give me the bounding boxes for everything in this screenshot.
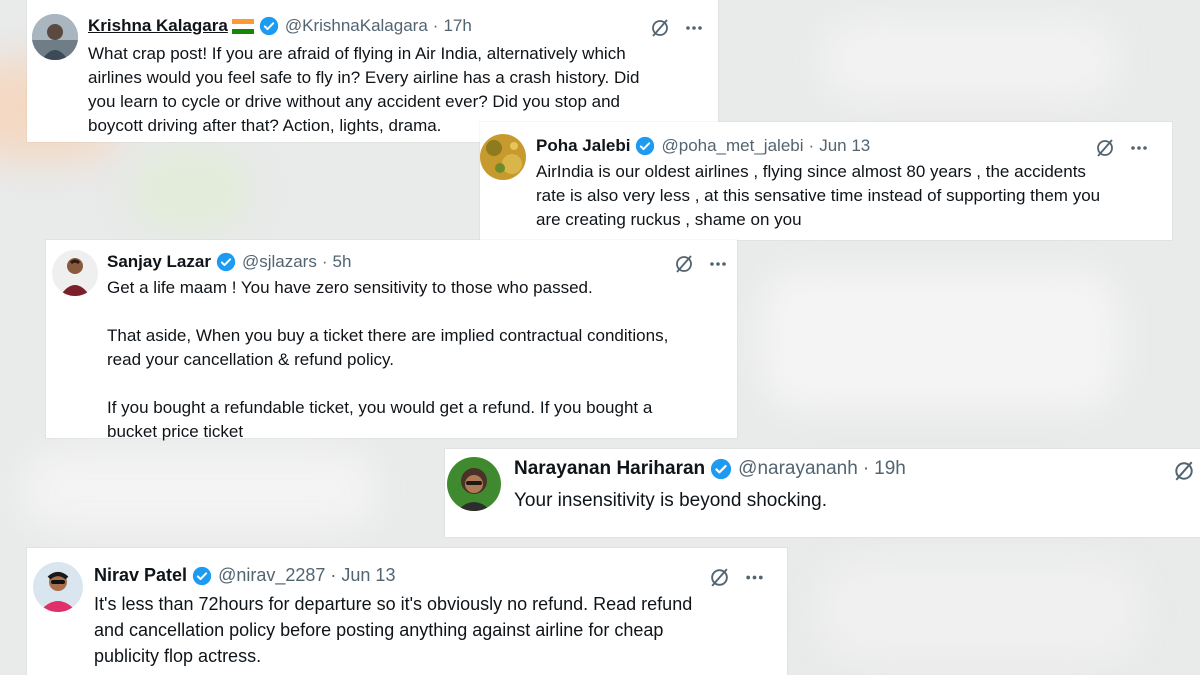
- tweet-line: bucket price ticket: [107, 422, 244, 441]
- tweet-line: AirIndia is our oldest airlines , flying…: [536, 162, 1086, 181]
- author-handle[interactable]: @KrishnaKalagara: [285, 16, 428, 36]
- tweet-text: AirIndia is our oldest airlines , flying…: [536, 160, 1166, 232]
- verified-badge-icon[interactable]: [216, 252, 236, 272]
- verified-badge-icon[interactable]: [635, 136, 655, 156]
- tweet-line: rate is also very less , at this sensati…: [536, 186, 1101, 205]
- tweet-line: you learn to cycle or drive without any …: [88, 92, 621, 111]
- tweet-card-poha[interactable]: Poha Jalebi @poha_met_jalebi · Jun 13 Ai…: [480, 122, 1172, 240]
- verified-badge-icon[interactable]: [710, 458, 732, 480]
- separator-dot: ·: [862, 458, 870, 479]
- tweet-line: read your cancellation & refund policy.: [107, 350, 394, 369]
- tweet-card-sanjay[interactable]: Sanjay Lazar @sjlazars · 5h Get a life m…: [46, 240, 737, 441]
- separator-dot: ·: [321, 252, 328, 271]
- tweet-card-nirav[interactable]: Nirav Patel @nirav_2287 · Jun 13 It's le…: [27, 548, 787, 675]
- timestamp[interactable]: Jun 13: [819, 136, 870, 156]
- avatar[interactable]: [33, 562, 83, 612]
- verified-badge-icon[interactable]: [192, 566, 212, 586]
- separator-dot: ·: [330, 565, 337, 585]
- tweet-card-narayanan[interactable]: Narayanan Hariharan @narayananh · 19h Yo…: [445, 449, 1200, 537]
- more-options-icon[interactable]: [1129, 138, 1149, 158]
- background-blur: [820, 560, 1140, 660]
- more-options-icon[interactable]: [708, 254, 728, 274]
- author-name[interactable]: Poha Jalebi: [536, 136, 630, 156]
- more-options-icon[interactable]: [744, 567, 765, 588]
- tweet-text: Your insensitivity is beyond shocking.: [514, 487, 1184, 515]
- grok-icon[interactable]: [1095, 138, 1115, 158]
- separator-dot: ·: [808, 136, 815, 155]
- timestamp[interactable]: 5h: [333, 252, 352, 272]
- timestamp[interactable]: Jun 13: [341, 565, 395, 586]
- grok-icon[interactable]: [674, 254, 694, 274]
- avatar[interactable]: [480, 134, 526, 180]
- background-blur: [130, 150, 250, 230]
- grok-icon[interactable]: [709, 567, 730, 588]
- author-handle[interactable]: @sjlazars: [242, 252, 317, 272]
- india-flag-icon: [231, 18, 254, 34]
- tweet-line: It's less than 72hours for departure so …: [94, 594, 693, 614]
- grok-icon[interactable]: [1173, 460, 1195, 482]
- timestamp[interactable]: 19h: [874, 458, 906, 480]
- author-name[interactable]: Krishna Kalagara: [88, 16, 228, 36]
- author-handle[interactable]: @nirav_2287: [218, 565, 325, 586]
- tweet-line: Your insensitivity is beyond shocking.: [514, 490, 827, 511]
- author-handle[interactable]: @poha_met_jalebi: [661, 136, 803, 156]
- author-name[interactable]: Sanjay Lazar: [107, 252, 211, 272]
- background-blur: [20, 450, 380, 530]
- tweet-line: airlines would you feel safe to fly in? …: [88, 68, 640, 87]
- background-blur: [820, 20, 1120, 100]
- timestamp[interactable]: 17h: [443, 16, 471, 36]
- tweet-line: What crap post! If you are afraid of fly…: [88, 44, 626, 63]
- grok-icon[interactable]: [650, 18, 670, 38]
- author-name[interactable]: Nirav Patel: [94, 565, 187, 586]
- tweet-line: That aside, When you buy a ticket there …: [107, 326, 669, 345]
- author-handle[interactable]: @narayananh: [738, 458, 858, 480]
- tweet-line: and cancellation policy before posting a…: [94, 620, 664, 640]
- tweet-card-krishna[interactable]: Krishna Kalagara @KrishnaKalagara · 17h …: [27, 0, 718, 142]
- verified-badge-icon[interactable]: [259, 16, 279, 36]
- tweet-line: If you bought a refundable ticket, you w…: [107, 398, 653, 417]
- tweet-line: Get a life maam ! You have zero sensitiv…: [107, 278, 593, 297]
- tweet-text: Get a life maam ! You have zero sensitiv…: [107, 276, 732, 444]
- tweet-line: are creating ruckus , shame on you: [536, 210, 802, 229]
- tweet-line: publicity flop actress.: [94, 646, 262, 666]
- separator-dot: ·: [432, 16, 439, 35]
- background-blur: [760, 270, 1120, 410]
- author-name[interactable]: Narayanan Hariharan: [514, 458, 705, 480]
- avatar[interactable]: [52, 250, 98, 296]
- avatar[interactable]: [447, 457, 501, 511]
- tweet-text: It's less than 72hours for departure so …: [94, 591, 779, 669]
- more-options-icon[interactable]: [684, 18, 704, 38]
- avatar[interactable]: [32, 14, 78, 60]
